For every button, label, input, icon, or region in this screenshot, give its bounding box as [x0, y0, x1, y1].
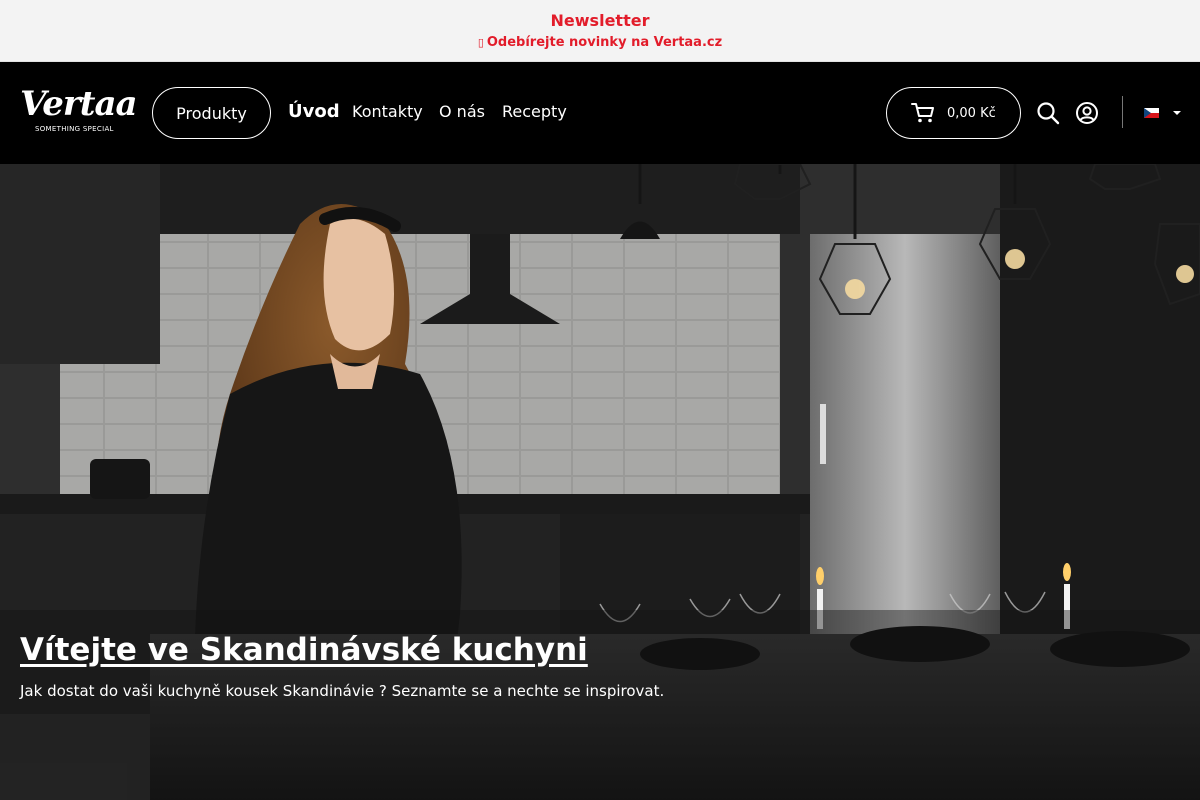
- announcement-bar: Newsletter ▯ Odebírejte novinky na Vertaa…: [0, 0, 1200, 62]
- nav-recipes-link[interactable]: Recepty: [502, 102, 567, 121]
- nav-home-link[interactable]: Úvod: [288, 101, 340, 122]
- logo[interactable]: Vertaa SOMETHING SPECIAL: [20, 84, 138, 136]
- nav-about-link[interactable]: O nás: [439, 102, 485, 121]
- chevron-down-icon: [1173, 111, 1181, 115]
- cart-button[interactable]: 0,00 Kč: [886, 87, 1021, 139]
- cart-icon: [911, 103, 934, 123]
- hero-banner: Vítejte ve Skandinávské kuchyni Jak dost…: [0, 164, 1200, 800]
- cart-total: 0,00 Kč: [947, 105, 996, 121]
- hero-subtitle: Jak dostat do vaši kuchyně kousek Skandi…: [20, 682, 665, 700]
- flag-cz-icon: [1144, 108, 1159, 118]
- header-divider: [1122, 96, 1123, 128]
- envelope-icon: ▯: [477, 36, 484, 49]
- hero-title-link[interactable]: Vítejte ve Skandinávské kuchyni: [20, 632, 588, 668]
- logo-wordmark: Vertaa: [20, 84, 138, 124]
- newsletter-link[interactable]: ▯ Odebírejte novinky na Vertaa.cz: [0, 35, 1200, 50]
- user-circle-icon[interactable]: [1075, 101, 1099, 125]
- site-header: Vertaa SOMETHING SPECIAL Produkty Úvod K…: [0, 62, 1200, 164]
- newsletter-link-text: Odebírejte novinky na Vertaa.cz: [486, 35, 723, 50]
- language-selector[interactable]: [1144, 108, 1184, 120]
- newsletter-title: Newsletter: [550, 11, 650, 30]
- nav-contacts-link[interactable]: Kontakty: [352, 102, 423, 121]
- logo-tagline: SOMETHING SPECIAL: [35, 125, 114, 133]
- search-icon[interactable]: [1036, 101, 1060, 125]
- nav-products-button[interactable]: Produkty: [152, 87, 271, 139]
